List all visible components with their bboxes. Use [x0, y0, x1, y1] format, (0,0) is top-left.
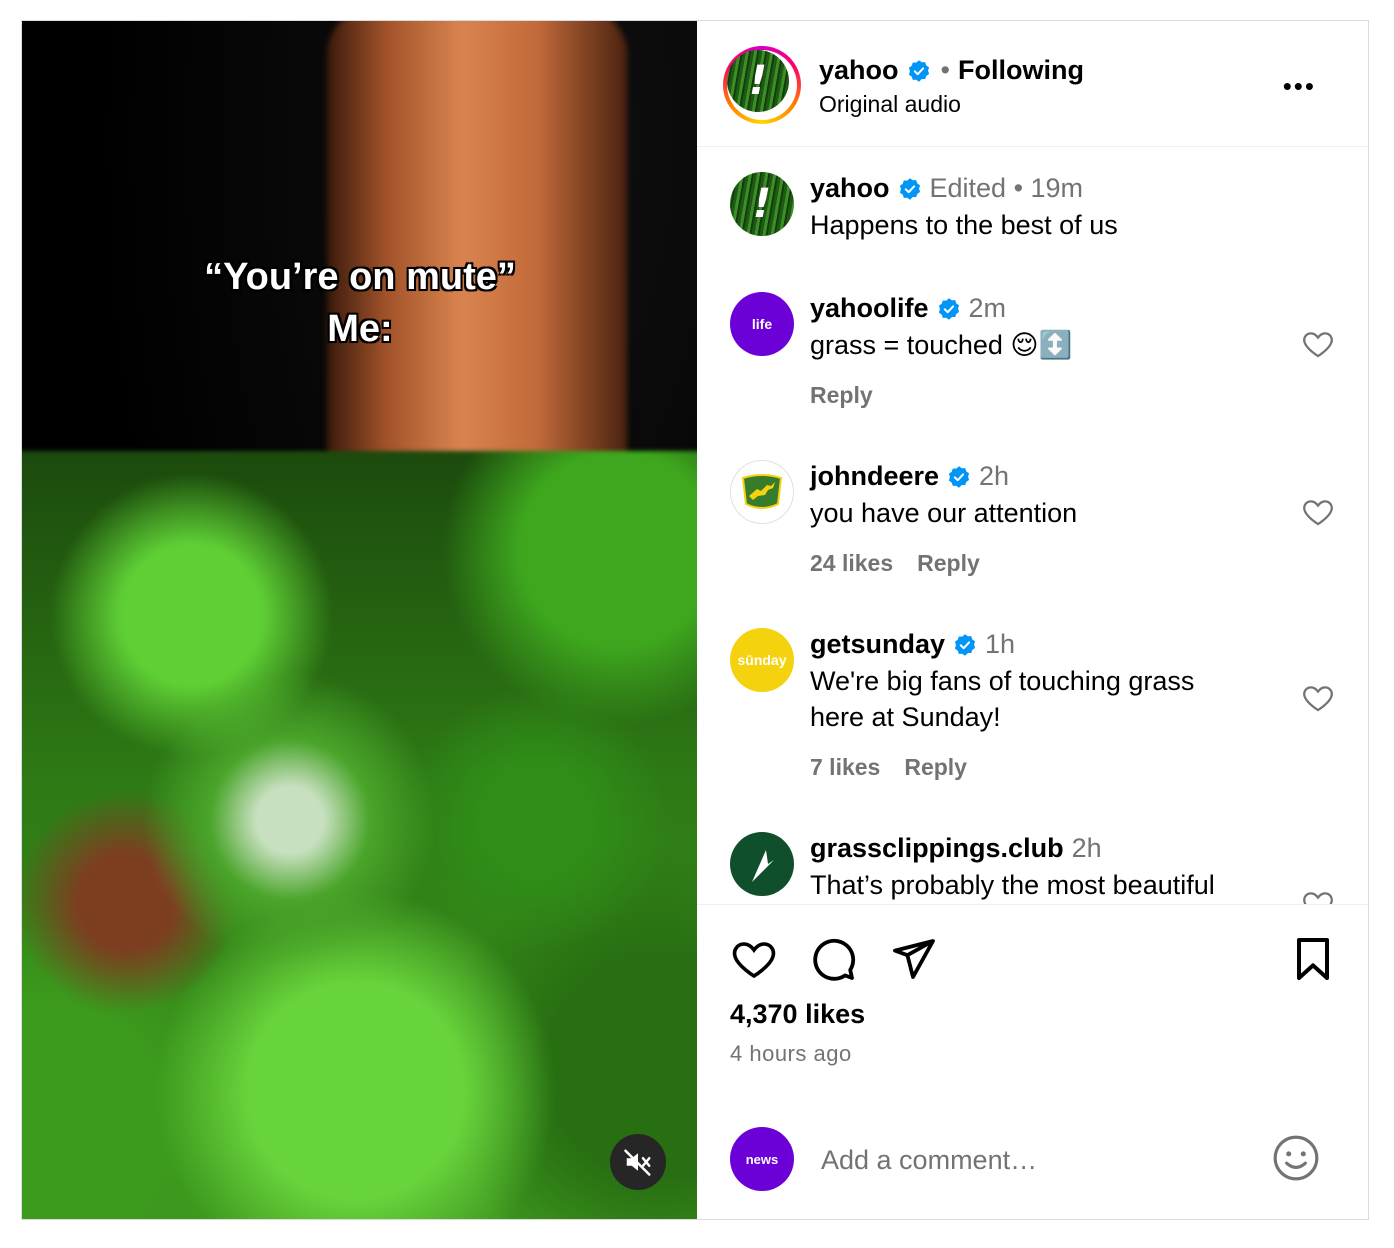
comment-time[interactable]: 2h [1072, 833, 1102, 864]
comment-username[interactable]: johndeere [810, 461, 939, 492]
comment-text: you have our attention [810, 498, 1078, 528]
comment-likes[interactable]: 7 likes [810, 754, 880, 780]
comment-actions: 7 likes Reply [810, 754, 967, 781]
yahoonews-logo-text: news [745, 1151, 779, 1167]
speaker-muted-icon [624, 1149, 651, 1176]
add-comment-row: news [697, 1125, 1368, 1195]
comments-list[interactable]: ! yahoo Edited • 19m Happens to the best… [697, 147, 1368, 904]
heart-icon[interactable] [1301, 327, 1335, 361]
comment-actions: 24 likes Reply [810, 550, 980, 577]
following-button[interactable]: Following [958, 55, 1084, 86]
share-paper-plane-icon[interactable] [889, 935, 937, 983]
video-caption: “You’re on mute” Me: [22, 251, 697, 355]
post-card: “You’re on mute” Me: ! yahoo • Following… [21, 20, 1369, 1220]
post-likes-count[interactable]: 4,370 likes [730, 999, 865, 1030]
author-avatar[interactable]: ! [727, 50, 789, 112]
comment-likes[interactable]: 24 likes [810, 550, 893, 576]
video-caption-line1: “You’re on mute” [204, 256, 516, 298]
comment-bubble-icon[interactable] [809, 935, 857, 983]
john-deere-logo-icon [741, 474, 783, 509]
comment-avatar[interactable]: ! [730, 172, 794, 236]
comment-username[interactable]: getsunday [810, 629, 945, 660]
comment-username[interactable]: yahoolife [810, 293, 929, 324]
verified-badge-icon [954, 633, 976, 656]
yahoolife-logo-text: life [751, 316, 773, 332]
post-footer: 4,370 likes 4 hours ago news [697, 904, 1368, 1221]
yahoo-logo-icon: ! [748, 58, 768, 104]
original-audio-link[interactable]: Original audio [819, 91, 961, 118]
like-heart-icon[interactable] [730, 935, 778, 983]
comment-actions: Reply [810, 382, 873, 409]
comment-username[interactable]: grassclippings.club [810, 833, 1064, 864]
video-player[interactable]: “You’re on mute” Me: [22, 21, 697, 1219]
comment-avatar[interactable] [730, 832, 794, 896]
video-frame-grass [22, 451, 697, 1219]
post-header: ! yahoo • Following Original audio ••• [697, 21, 1368, 147]
save-bookmark-icon[interactable] [1289, 935, 1337, 983]
comment-avatar[interactable]: sūnday [730, 628, 794, 692]
emoji-picker-icon[interactable] [1271, 1133, 1321, 1183]
yahoo-logo-icon: ! [752, 181, 772, 227]
author-line: yahoo • Following [819, 55, 1084, 86]
sunday-logo-text: sūnday [737, 652, 787, 668]
verified-badge-icon [938, 297, 959, 320]
video-caption-line2: Me: [327, 308, 393, 350]
post-timestamp[interactable]: 4 hours ago [730, 1041, 852, 1067]
comment-username[interactable]: yahoo [810, 173, 890, 204]
reply-button[interactable]: Reply [810, 382, 873, 408]
story-ring[interactable]: ! [723, 46, 801, 124]
heart-icon[interactable] [1301, 887, 1335, 904]
viewer-avatar: news [730, 1127, 794, 1191]
reply-button[interactable]: Reply [917, 550, 980, 576]
verified-badge-icon [908, 59, 929, 82]
heart-icon[interactable] [1301, 495, 1335, 529]
verified-badge-icon [948, 465, 970, 488]
header-separator: • [940, 55, 950, 85]
comment-time[interactable]: 2m [969, 293, 1007, 324]
grass-blade-logo-icon [752, 850, 774, 882]
mute-button[interactable] [610, 1134, 666, 1190]
comment-meta: Edited • 19m [929, 173, 1084, 203]
comment-text: We're big fans of touching grass here at… [810, 666, 1195, 732]
verified-badge-icon [899, 177, 920, 200]
more-options-button[interactable]: ••• [1283, 71, 1316, 102]
comment-time[interactable]: 1h [985, 629, 1015, 660]
comment-time[interactable]: 2h [979, 461, 1009, 492]
comment-avatar[interactable]: life [730, 292, 794, 356]
comment-text: Happens to the best of us [810, 210, 1118, 240]
author-username[interactable]: yahoo [819, 55, 899, 86]
reply-button[interactable]: Reply [904, 754, 967, 780]
post-sidebar: ! yahoo • Following Original audio ••• ! [697, 21, 1368, 1219]
comment-text: That’s probably the most beautiful [810, 870, 1215, 900]
add-comment-input[interactable] [819, 1139, 1243, 1181]
comment-text: grass = touched 😌↕️ [810, 330, 1073, 360]
comment-avatar[interactable] [730, 460, 794, 524]
heart-icon[interactable] [1301, 681, 1335, 715]
